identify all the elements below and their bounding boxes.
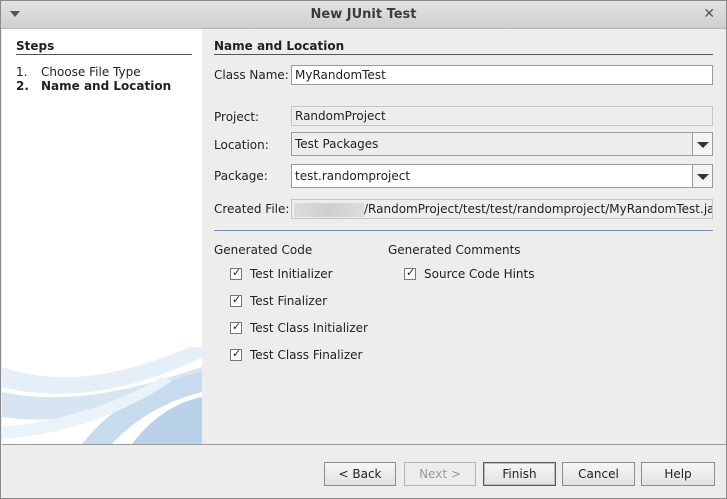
step-label: Choose File Type	[41, 65, 141, 79]
location-label: Location:	[214, 138, 269, 152]
step-number: 1.	[16, 65, 28, 79]
generated-code-title: Generated Code	[214, 243, 313, 257]
test-class-finalizer-checkbox[interactable]: ✓	[230, 347, 242, 361]
section-title: Name and Location	[214, 39, 345, 53]
step-number: 2.	[16, 79, 29, 93]
package-dropdown-arrow[interactable]	[692, 165, 712, 187]
test-class-initializer-label: Test Class Initializer	[250, 321, 368, 335]
title-bar: New JUnit Test ✕	[1, 1, 726, 29]
test-initializer-label: Test Initializer	[250, 267, 333, 281]
redacted-path	[294, 202, 364, 217]
close-icon[interactable]: ✕	[703, 6, 715, 22]
created-file-label: Created File:	[214, 202, 290, 216]
chevron-down-icon	[697, 142, 709, 148]
location-dropdown[interactable]: Test Packages	[291, 132, 713, 156]
step-label: Name and Location	[41, 79, 172, 93]
button-bar-divider	[2, 444, 726, 445]
finish-button[interactable]: Finish	[483, 462, 556, 486]
chevron-down-icon	[697, 174, 709, 180]
cancel-button[interactable]: Cancel	[562, 462, 635, 486]
dialog-window: New JUnit Test ✕ Steps 1. Choose File Ty…	[0, 0, 727, 499]
project-field: RandomProject	[291, 106, 713, 126]
created-file-path: /RandomProject/test/test/randomproject/M…	[364, 202, 713, 216]
source-code-hints-checkbox[interactable]: ✓	[404, 266, 416, 280]
test-class-finalizer-label: Test Class Finalizer	[250, 348, 363, 362]
content-panel: Name and Location Class Name: MyRandomTe…	[202, 29, 726, 444]
package-combobox[interactable]: test.randomproject	[291, 164, 713, 188]
steps-panel: Steps 1. Choose File Type 2. Name and Lo…	[2, 29, 202, 444]
class-name-label: Class Name:	[214, 68, 289, 82]
project-label: Project:	[214, 110, 260, 124]
package-value: test.randomproject	[295, 169, 411, 183]
location-value: Test Packages	[295, 137, 379, 151]
generated-comments-title: Generated Comments	[388, 243, 521, 257]
section-divider	[214, 54, 713, 55]
location-dropdown-arrow[interactable]	[692, 133, 712, 155]
test-initializer-checkbox[interactable]: ✓	[230, 266, 242, 280]
window-title: New JUnit Test	[310, 7, 417, 22]
source-code-hints-label: Source Code Hints	[424, 267, 535, 281]
test-class-initializer-checkbox[interactable]: ✓	[230, 320, 242, 334]
next-button[interactable]: Next >	[404, 462, 476, 486]
class-name-input[interactable]: MyRandomTest	[291, 65, 713, 85]
steps-divider	[16, 54, 192, 55]
back-button[interactable]: < Back	[324, 462, 396, 486]
test-finalizer-checkbox[interactable]: ✓	[230, 293, 242, 307]
decorative-swoosh-graphic	[2, 347, 202, 444]
help-button[interactable]: Help	[641, 462, 715, 486]
package-label: Package:	[214, 169, 268, 183]
test-finalizer-label: Test Finalizer	[250, 294, 328, 308]
created-file-field: /RandomProject/test/test/randomproject/M…	[291, 199, 713, 219]
form-separator	[214, 230, 713, 231]
steps-title: Steps	[16, 39, 55, 53]
